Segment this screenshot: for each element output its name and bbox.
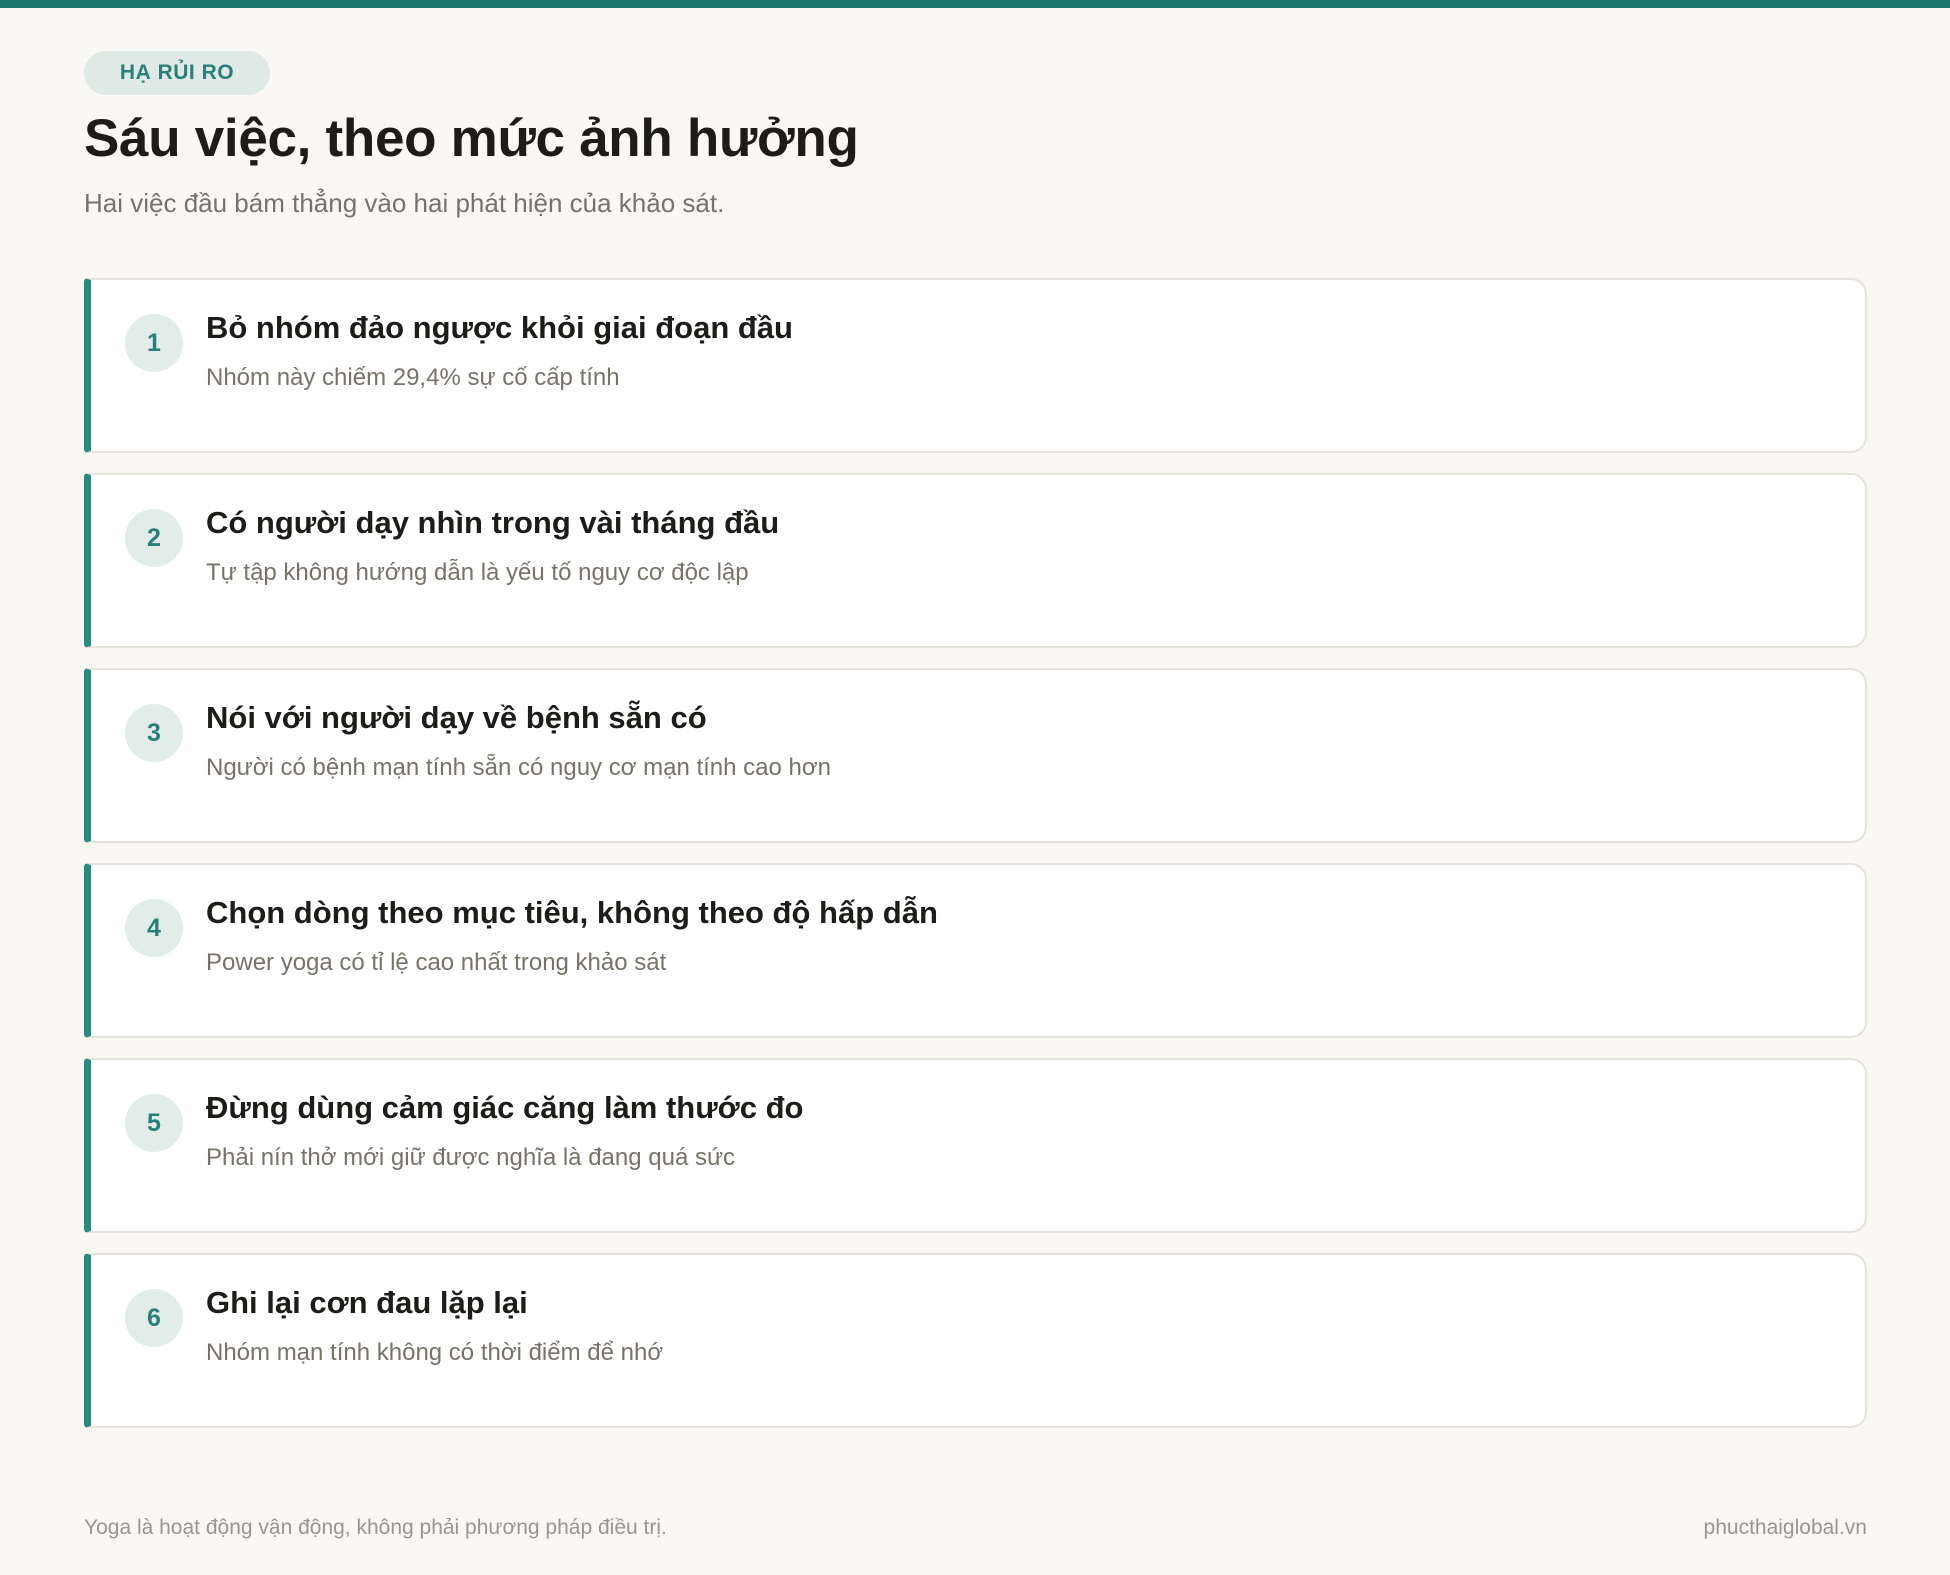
item-number-badge: 6 [125, 1289, 183, 1347]
item-description: Người có bệnh mạn tính sẵn có nguy cơ mạ… [206, 754, 831, 781]
page-title: Sáu việc, theo mức ảnh hưởng [84, 109, 859, 168]
item-number-badge: 1 [125, 314, 183, 372]
list-item: 5 Đừng dùng cảm giác căng làm thước đo P… [84, 1058, 1867, 1233]
action-list: 1 Bỏ nhóm đảo ngược khỏi giai đoạn đầu N… [84, 278, 1867, 1448]
item-title: Chọn dòng theo mục tiêu, không theo độ h… [206, 895, 938, 930]
item-title: Có người dạy nhìn trong vài tháng đầu [206, 505, 780, 540]
item-description: Nhóm mạn tính không có thời điểm để nhớ [206, 1339, 664, 1366]
section-tag: HẠ RỦI RO [84, 51, 270, 95]
item-number-badge: 2 [125, 509, 183, 567]
item-description: Phải nín thở mới giữ được nghĩa là đang … [206, 1144, 736, 1171]
item-number-badge: 3 [125, 704, 183, 762]
page-subtitle: Hai việc đầu bám thẳng vào hai phát hiện… [84, 188, 725, 218]
item-number-badge: 5 [125, 1094, 183, 1152]
item-title: Nói với người dạy về bệnh sẵn có [206, 700, 707, 735]
item-title: Bỏ nhóm đảo ngược khỏi giai đoạn đầu [206, 310, 793, 345]
footer-site-link[interactable]: phucthaiglobal.vn [1704, 1516, 1867, 1540]
item-title: Ghi lại cơn đau lặp lại [206, 1285, 528, 1320]
list-item: 1 Bỏ nhóm đảo ngược khỏi giai đoạn đầu N… [84, 278, 1867, 453]
item-description: Tự tập không hướng dẫn là yếu tố nguy cơ… [206, 559, 749, 586]
page: HẠ RỦI RO Sáu việc, theo mức ảnh hưởng H… [84, 0, 1867, 1575]
item-title: Đừng dùng cảm giác căng làm thước đo [206, 1090, 804, 1125]
item-number-badge: 4 [125, 899, 183, 957]
list-item: 3 Nói với người dạy về bệnh sẵn có Người… [84, 668, 1867, 843]
item-description: Nhóm này chiếm 29,4% sự cố cấp tính [206, 364, 620, 391]
list-item: 4 Chọn dòng theo mục tiêu, không theo độ… [84, 863, 1867, 1038]
footer-disclaimer: Yoga là hoạt động vận động, không phải p… [84, 1516, 667, 1539]
item-description: Power yoga có tỉ lệ cao nhất trong khảo … [206, 949, 667, 976]
list-item: 2 Có người dạy nhìn trong vài tháng đầu … [84, 473, 1867, 648]
list-item: 6 Ghi lại cơn đau lặp lại Nhóm mạn tính … [84, 1253, 1867, 1428]
